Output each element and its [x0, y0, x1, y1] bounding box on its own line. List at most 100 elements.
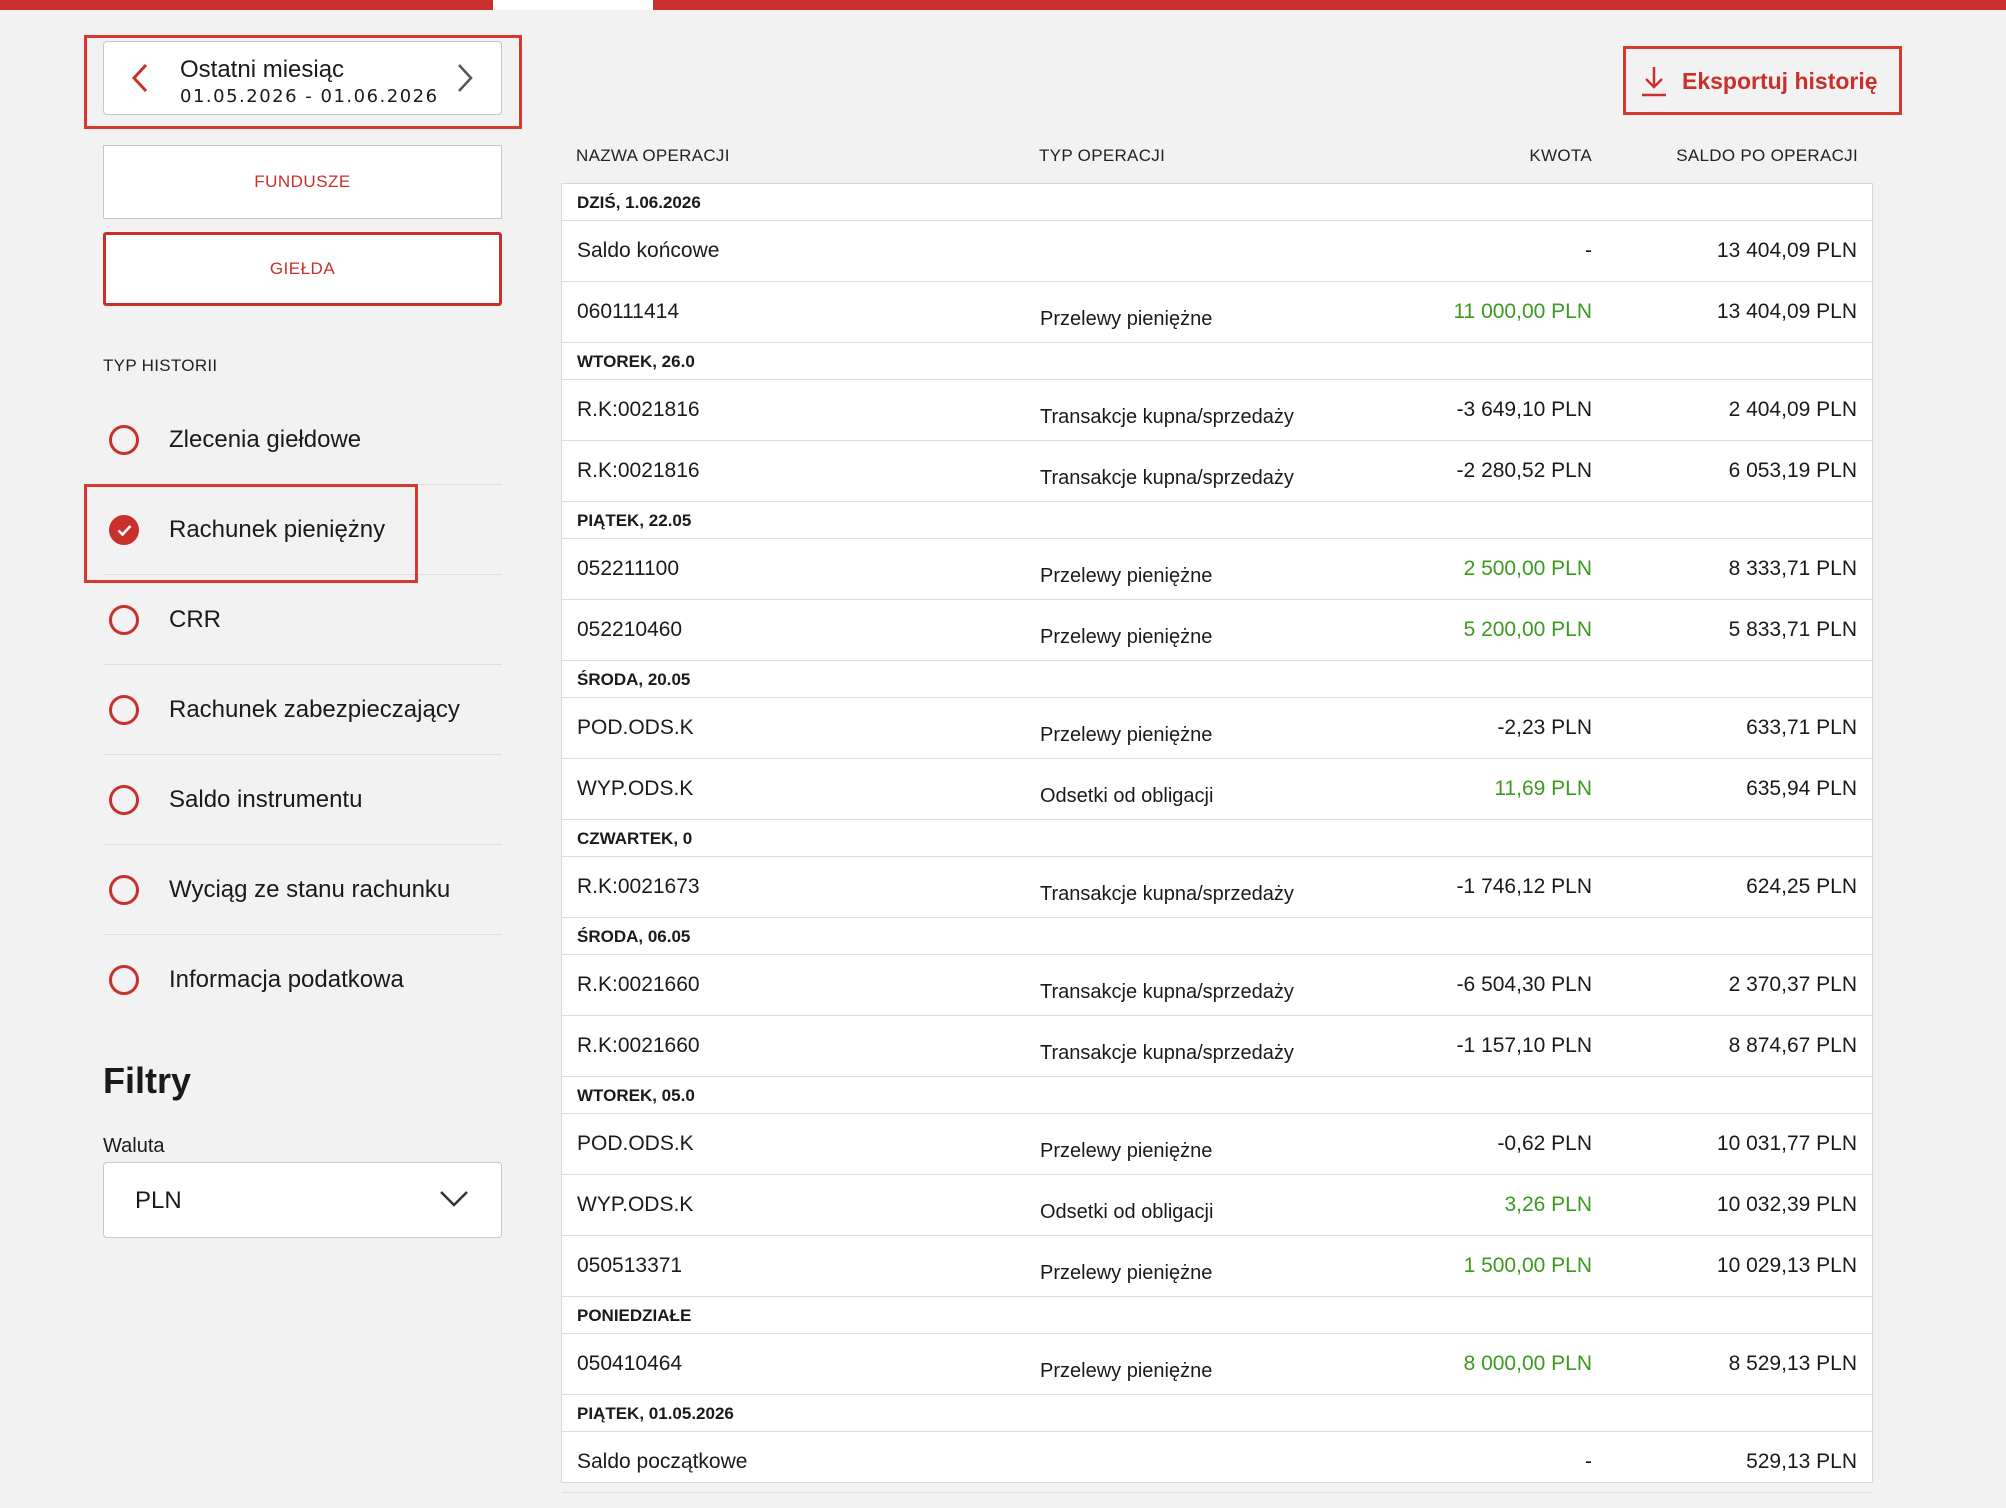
balance-after-operation: 2 404,09 PLN: [1728, 398, 1857, 421]
column-header-type: TYP OPERACJI: [1039, 146, 1166, 165]
table-row[interactable]: 050513371 Przelewy pieniężne 1 500,00 PLN 1…: [562, 1236, 1872, 1297]
operation-name: 052211100: [577, 557, 679, 580]
operation-amount: -1 157,10 PLN: [1456, 1034, 1592, 1057]
operation-amount: -0,62 PLN: [1497, 1132, 1592, 1155]
balance-after-operation: 5 833,71 PLN: [1728, 618, 1857, 641]
active-tab-indicator: [493, 0, 653, 10]
history-option-tax-info[interactable]: Informacja podatkowa: [103, 935, 502, 1025]
date-group-row: WTOREK, 05.0: [562, 1077, 1872, 1114]
operation-name: Saldo końcowe: [577, 239, 720, 262]
radio-unchecked[interactable]: [109, 965, 139, 995]
balance-after-operation: 10 032,39 PLN: [1716, 1193, 1857, 1216]
column-header-name: NAZWA OPERACJI: [576, 146, 730, 165]
table-row[interactable]: POD.ODS.K Przelewy pieniężne -0,62 PLN 10 0…: [562, 1114, 1872, 1175]
radio-unchecked[interactable]: [109, 424, 139, 455]
date-group-label: WTOREK, 26.0: [577, 352, 695, 371]
filters-title: Filtry: [103, 1060, 192, 1101]
date-group-row: PIĄTEK, 01.05.2026: [562, 1395, 1872, 1432]
funds-button[interactable]: FUNDUSZE: [103, 145, 502, 219]
table-row[interactable]: R.K:0021816 Transakcje kupna/sprzedaży -3 …: [562, 380, 1872, 441]
table-row[interactable]: 052210460 Przelewy pieniężne 5 200,00 PLN 5…: [562, 600, 1872, 661]
operation-amount: 11,69 PLN: [1494, 777, 1592, 800]
date-group-row: CZWARTEK, 0: [562, 820, 1872, 857]
operation-name: 052210460: [577, 618, 683, 641]
history-option-stock-orders[interactable]: Zlecenia giełdowe: [103, 395, 502, 485]
history-option-label: Rachunek zabezpieczający: [169, 695, 460, 723]
operation-type: Odsetki od obligacji: [1040, 1201, 1214, 1223]
operation-name: 060111414: [577, 300, 679, 323]
balance-after-operation: 6 053,19 PLN: [1728, 459, 1857, 482]
radio-unchecked[interactable]: [109, 784, 139, 815]
stock-button[interactable]: GIEŁDA: [103, 232, 502, 306]
operation-name: R.K:0021660: [577, 973, 700, 996]
date-group-row: WTOREK, 26.0: [562, 343, 1872, 380]
operation-type: Przelewy pieniężne: [1040, 1262, 1213, 1284]
table-row[interactable]: WYP.ODS.K Odsetki od obligacji 3,26 PLN 10 …: [562, 1175, 1872, 1236]
chevron-down-icon: [440, 1191, 468, 1207]
operation-amount: -6 504,30 PLN: [1456, 973, 1592, 996]
operation-amount: 11 000,00 PLN: [1453, 300, 1592, 323]
date-group-label: PIĄTEK, 01.05.2026: [577, 1404, 734, 1423]
radio-unchecked[interactable]: [109, 694, 139, 725]
operation-name: R.K:0021673: [577, 875, 700, 898]
history-option-instrument-balance[interactable]: Saldo instrumentu: [103, 755, 502, 845]
operation-name: R.K:0021816: [577, 459, 700, 482]
table-row[interactable]: Saldo końcowe - 13 404,09 PLN: [562, 221, 1872, 282]
table-row[interactable]: 050410464 Przelewy pieniężne 8 000,00 PLN 8…: [562, 1334, 1872, 1395]
operation-type: Przelewy pieniężne: [1040, 626, 1213, 648]
operation-amount: -1 746,12 PLN: [1456, 875, 1592, 898]
export-highlight-frame: [1623, 46, 1902, 115]
radio-unchecked[interactable]: [109, 604, 139, 635]
history-option-crr[interactable]: CRR: [103, 575, 502, 665]
date-group-row: PIĄTEK, 22.05: [562, 502, 1872, 539]
date-group-label: DZIŚ, 1.06.2026: [577, 193, 701, 212]
table-row[interactable]: 060111414 Przelewy pieniężne 11 000,00 PLN…: [562, 282, 1872, 343]
balance-after-operation: 8 529,13 PLN: [1728, 1352, 1857, 1375]
table-row[interactable]: R.K:0021660 Transakcje kupna/sprzedaży -1 …: [562, 1016, 1872, 1077]
history-option-collateral-account[interactable]: Rachunek zabezpieczający: [103, 665, 502, 755]
table-row[interactable]: POD.ODS.K Przelewy pieniężne -2,23 PLN 633,…: [562, 698, 1872, 759]
history-option-label: Zlecenia giełdowe: [169, 425, 362, 453]
table-row[interactable]: Saldo początkowe - 529,13 PLN: [562, 1432, 1872, 1493]
table-row[interactable]: R.K:0021816 Transakcje kupna/sprzedaży -2 …: [562, 441, 1872, 502]
operation-type: Transakcje kupna/sprzedaży: [1040, 883, 1294, 905]
operation-amount: 3,26 PLN: [1504, 1193, 1592, 1216]
radio-unchecked[interactable]: [109, 874, 139, 905]
currency-select[interactable]: PLN: [103, 1162, 502, 1238]
operation-type: Przelewy pieniężne: [1040, 724, 1213, 746]
table-row[interactable]: R.K:0021673 Transakcje kupna/sprzedaży -1 …: [562, 857, 1872, 918]
operation-amount: 1 500,00 PLN: [1463, 1254, 1592, 1277]
balance-after-operation: 10 031,77 PLN: [1716, 1132, 1857, 1155]
column-header-balance: SALDO PO OPERACJI: [1676, 146, 1858, 165]
date-group-label: CZWARTEK, 0: [577, 829, 693, 848]
operation-name: 050410464: [577, 1352, 683, 1375]
operation-type: Przelewy pieniężne: [1040, 565, 1213, 587]
operation-name: WYP.ODS.K: [577, 1193, 694, 1216]
balance-after-operation: 624,25 PLN: [1746, 875, 1857, 898]
table-row[interactable]: 052211100 Przelewy pieniężne 2 500,00 PLN 8…: [562, 539, 1872, 600]
date-group-label: WTOREK, 05.0: [577, 1086, 695, 1105]
history-option-account-statement[interactable]: Wyciąg ze stanu rachunku: [103, 845, 502, 935]
operation-name: POD.ODS.K: [577, 1132, 694, 1155]
operation-name: POD.ODS.K: [577, 716, 694, 739]
balance-after-operation: 635,94 PLN: [1746, 777, 1857, 800]
operation-amount: 2 500,00 PLN: [1463, 557, 1592, 580]
operation-amount: 8 000,00 PLN: [1463, 1352, 1592, 1375]
history-option-label: Wyciąg ze stanu rachunku: [169, 875, 451, 903]
operation-type: Przelewy pieniężne: [1040, 1360, 1213, 1382]
table-row[interactable]: R.K:0021660 Transakcje kupna/sprzedaży -6 …: [562, 955, 1872, 1016]
table-row[interactable]: WYP.ODS.K Odsetki od obligacji 11,69 PLN 63…: [562, 759, 1872, 820]
operations-table: DZIŚ, 1.06.2026 Saldo końcowe - 13 404,09 P…: [561, 183, 1873, 1493]
operation-name: Saldo początkowe: [577, 1450, 748, 1473]
app-root: Ostatni miesiąc 01.05.2026 - 01.06.2026 …: [0, 0, 2006, 1508]
balance-after-operation: 13 404,09 PLN: [1716, 300, 1857, 323]
date-group-label: PIĄTEK, 22.05: [577, 511, 692, 530]
operation-type: Transakcje kupna/sprzedaży: [1040, 406, 1294, 428]
date-group-label: ŚRODA, 20.05: [577, 670, 691, 689]
history-option-label: Informacja podatkowa: [169, 966, 404, 993]
date-group-row: ŚRODA, 20.05: [562, 661, 1872, 698]
period-highlight-frame: [84, 35, 522, 129]
operation-type: Transakcje kupna/sprzedaży: [1040, 981, 1294, 1003]
operation-type: Transakcje kupna/sprzedaży: [1040, 1042, 1294, 1064]
operation-amount: -: [1585, 239, 1592, 262]
